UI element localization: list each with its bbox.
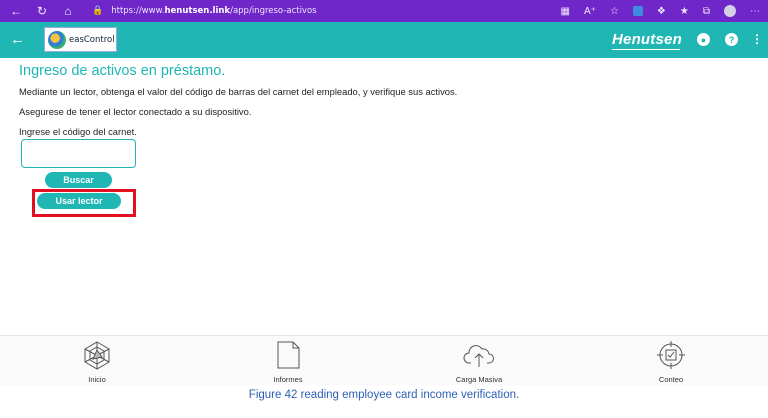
browser-refresh-icon[interactable]: ↻	[32, 0, 52, 22]
instruction-text: Mediante un lector, obtenga el valor del…	[19, 86, 458, 97]
nav-label-conteo: Conteo	[658, 375, 684, 384]
back-arrow-icon[interactable]: ←	[10, 31, 25, 48]
url-domain: henutsen.link	[164, 6, 231, 16]
help-icon[interactable]: ?	[725, 33, 738, 46]
nav-label-carga-masiva: Carga Masiva	[455, 375, 503, 384]
favorite-icon[interactable]: ☆	[610, 6, 619, 17]
use-reader-button[interactable]: Usar lector	[37, 193, 121, 209]
nav-label-informes: Informes	[273, 375, 303, 384]
browser-back-icon[interactable]: ←	[6, 0, 26, 22]
company-logo: easControl	[44, 27, 117, 52]
target-check-icon	[657, 341, 685, 369]
connection-hint: Asegurese de tener el lector conectado a…	[19, 106, 252, 117]
document-icon	[277, 341, 300, 369]
figure-caption: Figure 42 reading employee card income v…	[248, 389, 520, 401]
vertical-menu-icon[interactable]: ⋮	[751, 33, 763, 45]
extension-icon[interactable]	[632, 6, 643, 16]
favorites-list-icon[interactable]: ★	[680, 6, 689, 17]
url-prefix: https://www.	[111, 6, 165, 16]
extensions-icon[interactable]: ❖	[657, 6, 666, 17]
brand-underline	[612, 49, 680, 50]
cloud-upload-icon	[463, 345, 494, 367]
nav-item-carga-masiva[interactable]: Carga Masiva	[434, 338, 524, 384]
browser-home-icon[interactable]: ⌂	[58, 0, 78, 22]
search-button[interactable]: Buscar	[45, 172, 112, 188]
app-header: ← easControl Henutsen ● ? ⋮	[0, 22, 768, 58]
collections-icon[interactable]: ⧉	[703, 6, 710, 17]
brand-name: Henutsen	[612, 31, 682, 48]
code-label: Ingrese el código del carnet.	[19, 126, 137, 137]
user-icon[interactable]: ●	[697, 33, 710, 46]
logo-text: easControl	[69, 34, 115, 45]
browser-toolbar: ← ↻ ⌂ 🔒 https://www. henutsen.link/app/in…	[0, 0, 768, 22]
url-path: /app/ingreso-activos	[230, 6, 317, 16]
address-bar[interactable]: 🔒 https://www. henutsen.link/app/ingreso-…	[92, 3, 522, 19]
apps-icon[interactable]: ▦	[561, 6, 570, 17]
more-icon[interactable]: ⋯	[750, 6, 760, 17]
nav-item-conteo[interactable]: Conteo	[626, 338, 716, 384]
card-code-input[interactable]	[21, 139, 136, 168]
profile-avatar[interactable]	[724, 5, 736, 17]
browser-actions: ▦ A⁺ ☆ ❖ ★ ⧉ ⋯	[561, 0, 760, 22]
nav-label-inicio: Inicio	[88, 375, 106, 384]
logo-mark-icon	[48, 30, 66, 49]
page-title: Ingreso de activos en préstamo.	[19, 63, 226, 79]
nav-item-informes[interactable]: Informes	[243, 338, 333, 384]
radar-icon	[84, 341, 110, 370]
bottom-navigation: Inicio Informes Carga Masiva Conteo	[0, 335, 768, 385]
nav-item-inicio[interactable]: Inicio	[52, 338, 142, 384]
read-aloud-icon[interactable]: A⁺	[584, 6, 596, 17]
lock-icon: 🔒	[92, 6, 104, 16]
